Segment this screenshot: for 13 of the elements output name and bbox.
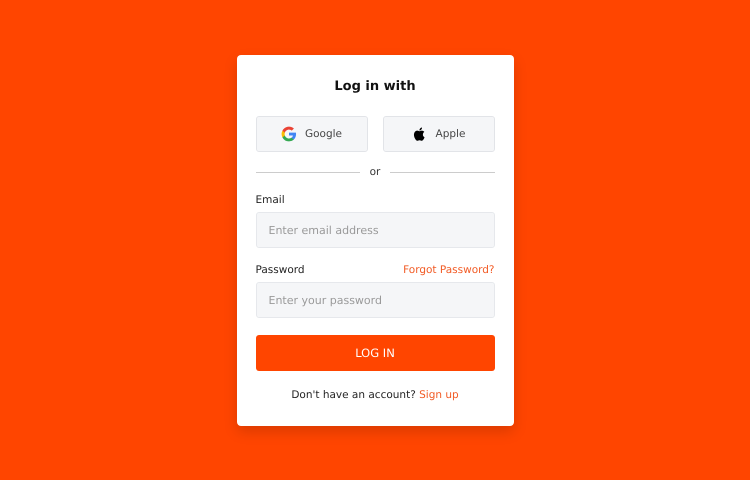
email-field[interactable]: Enter email address xyxy=(256,212,494,248)
signup-prompt: Don't have an account? Sign up xyxy=(290,389,460,401)
google-login-button[interactable]: Google xyxy=(256,116,368,152)
forgot-password-link[interactable]: Forgot Password? xyxy=(403,264,494,276)
apple-login-button[interactable]: Apple xyxy=(382,116,494,152)
divider-text: or xyxy=(370,166,380,178)
card-title: Log in with xyxy=(333,79,417,94)
login-button[interactable]: LOG IN xyxy=(256,335,494,371)
google-icon xyxy=(280,126,297,142)
signup-link[interactable]: Sign up xyxy=(419,389,459,401)
email-label: Email xyxy=(256,194,286,206)
password-label: Password xyxy=(256,264,305,276)
password-field[interactable]: Enter your password xyxy=(256,282,494,318)
